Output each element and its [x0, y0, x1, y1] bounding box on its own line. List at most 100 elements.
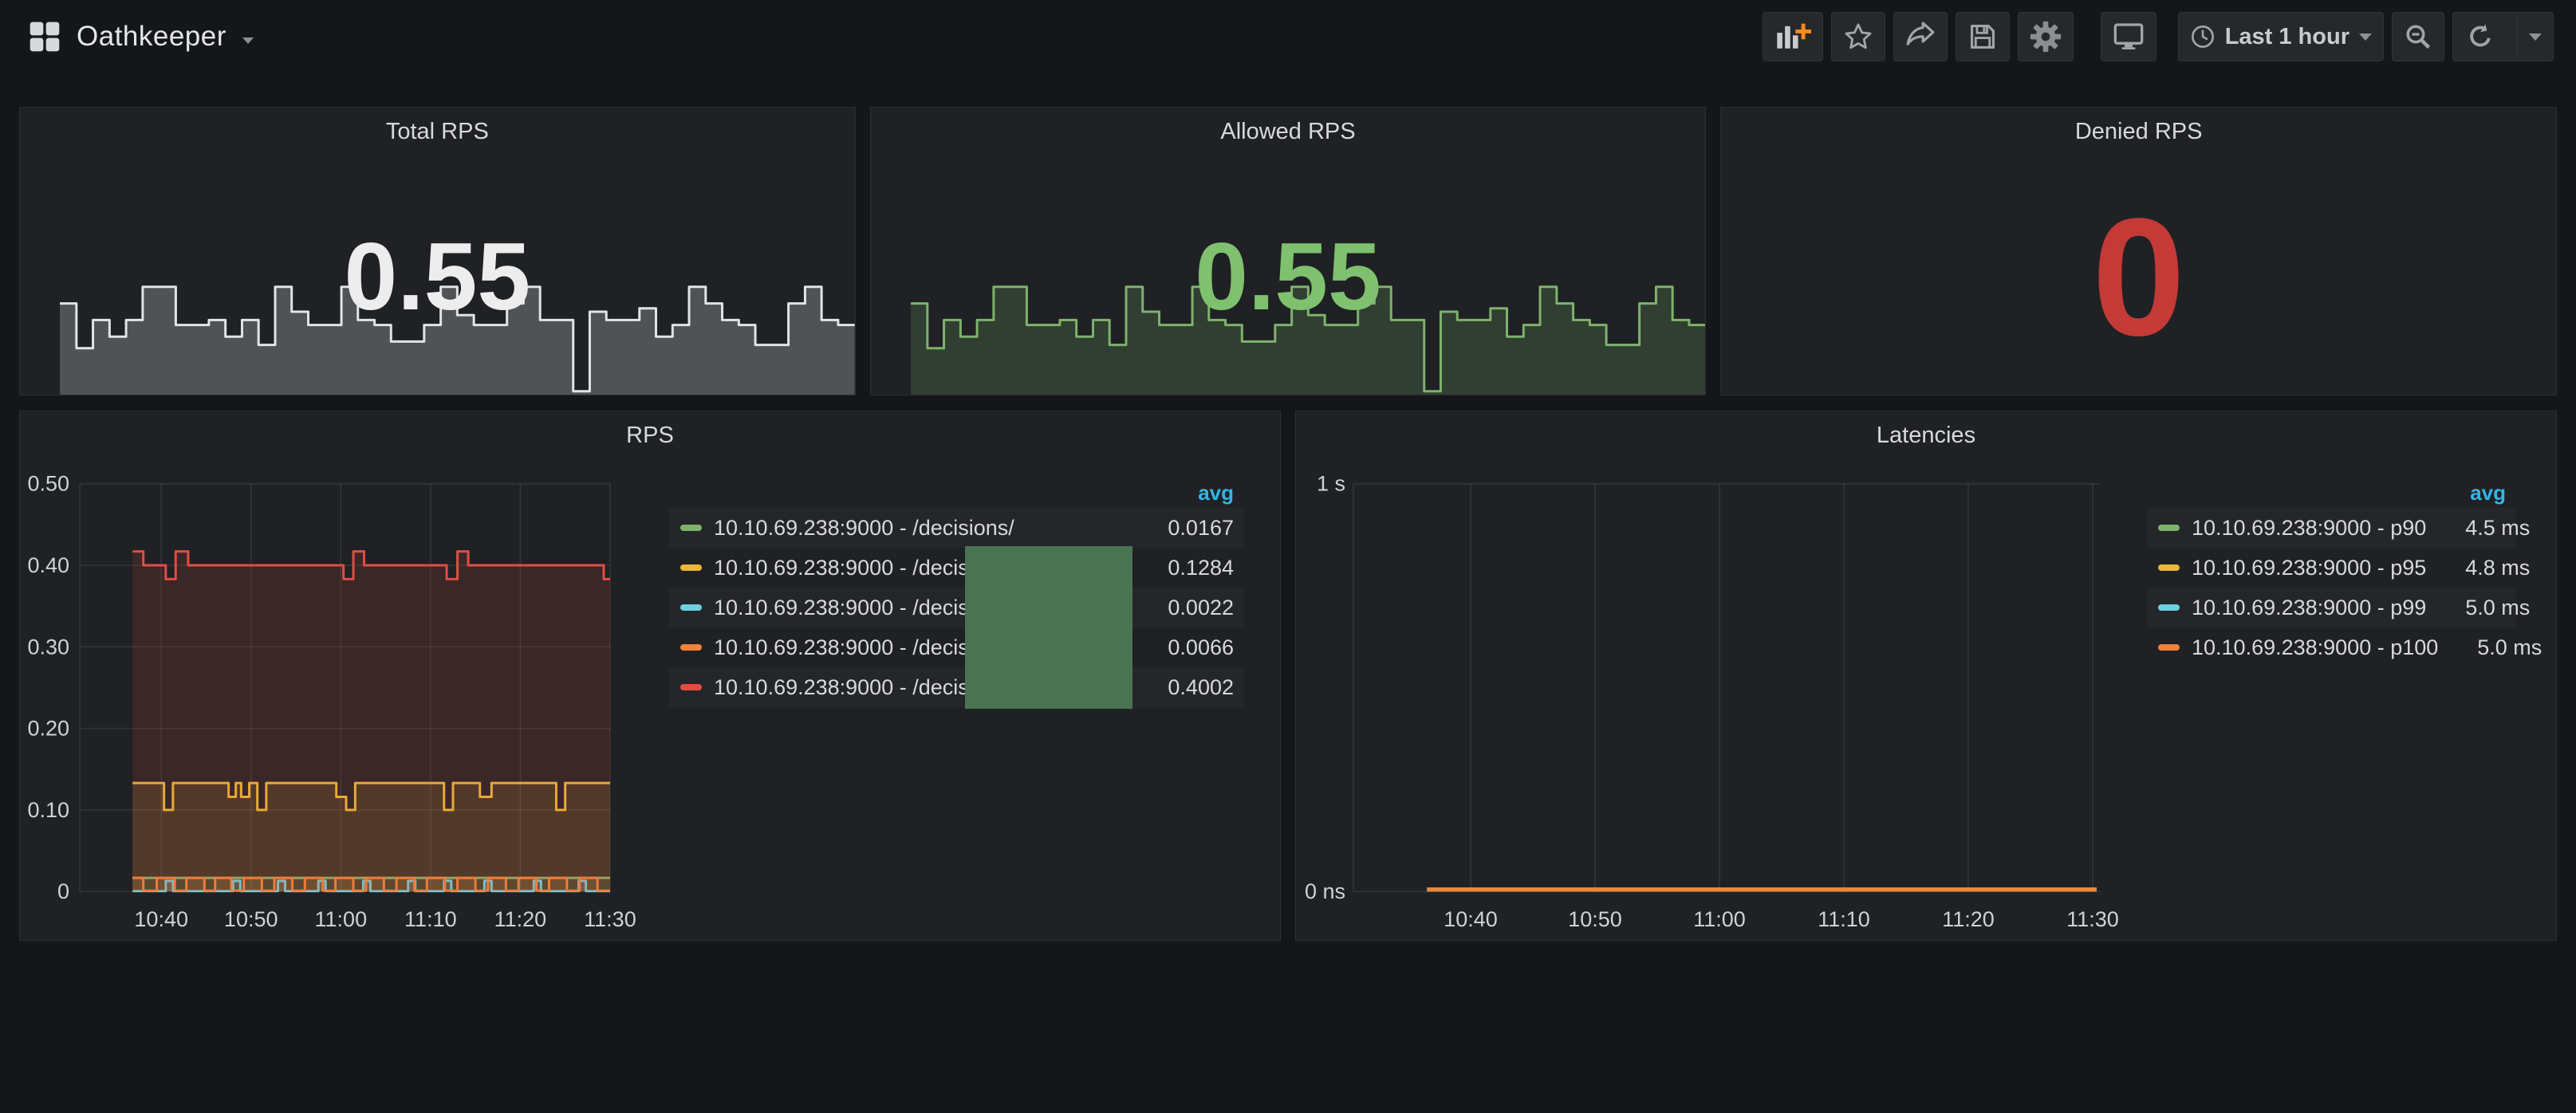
legend-row[interactable]: 10.10.69.238:9000 - p995.0 ms	[2147, 588, 2515, 627]
panel-allowed-rps: Allowed RPS 0.55	[870, 107, 1707, 395]
series-color-swatch	[680, 525, 702, 531]
svg-text:1 s: 1 s	[1317, 472, 1345, 496]
graph-panels-row: RPS 10:40 10:50 11:00 11:10 11:20 11:30 0 0.10 0…	[19, 411, 2557, 941]
legend-avg-value: 4.8 ms	[2426, 556, 2530, 580]
star-icon	[1843, 22, 1873, 52]
panel-title[interactable]: Denied RPS	[1721, 119, 2556, 145]
time-range-picker[interactable]: Last 1 hour	[2178, 12, 2384, 61]
legend-avg-value: 0.4002	[1130, 675, 1234, 700]
legend-avg-value: 0.1284	[1130, 556, 1234, 580]
panel-total-rps: Total RPS 0.55	[19, 107, 856, 395]
legend-row[interactable]: 10.10.69.238:9000 - p954.8 ms	[2147, 548, 2515, 588]
save-icon	[1967, 22, 1998, 52]
legend-series-name[interactable]: 10.10.69.238:9000 - p95	[2192, 556, 2426, 580]
monitor-icon	[2113, 21, 2145, 53]
legend-avg-value: 0.0066	[1130, 635, 1234, 660]
legend-avg-value: 4.5 ms	[2426, 516, 2530, 541]
stat-value: 0	[1721, 194, 2556, 361]
gear-icon	[2030, 21, 2062, 53]
toolbar: Last 1 hour	[1763, 12, 2554, 61]
clock-icon	[2190, 24, 2216, 49]
svg-text:0.10: 0.10	[27, 798, 69, 822]
legend-avg-header[interactable]: avg	[2147, 478, 2515, 508]
panel-title[interactable]: Total RPS	[20, 119, 855, 145]
chevron-down-icon	[2359, 33, 2372, 41]
dashboard-title-menu[interactable]: Oathkeeper	[29, 21, 254, 53]
panel-title[interactable]: Allowed RPS	[871, 119, 1706, 145]
latencies-legend: avg10.10.69.238:9000 - p904.5 ms10.10.69…	[2147, 478, 2515, 667]
zoom-out-icon	[2404, 22, 2432, 51]
legend-series-name[interactable]: 10.10.69.238:9000 - p90	[2192, 516, 2426, 541]
svg-text:11:30: 11:30	[2066, 907, 2119, 931]
svg-text:10:50: 10:50	[224, 907, 278, 931]
legend-row[interactable]: 10.10.69.238:9000 - /decisions/0.0022	[669, 588, 1243, 627]
refresh-button[interactable]	[2453, 13, 2507, 61]
series-color-swatch	[2158, 564, 2180, 571]
navbar: Oathkeeper	[0, 0, 2576, 73]
series-color-swatch	[680, 644, 702, 651]
panel-title[interactable]: Latencies	[1296, 423, 2556, 449]
legend-row[interactable]: 10.10.69.238:9000 - /decisions/0.4002	[669, 667, 1243, 707]
svg-text:11:00: 11:00	[1693, 907, 1746, 931]
svg-text:0 ns: 0 ns	[1305, 879, 1345, 903]
legend-row[interactable]: 10.10.69.238:9000 - /decisions/0.0167	[669, 508, 1243, 548]
settings-button[interactable]	[2018, 12, 2074, 61]
series-color-swatch	[680, 604, 702, 611]
add-panel-button[interactable]	[1763, 12, 1823, 61]
panel-latencies-graph: Latencies 10:40 10:50 11:00 11:10 11:20 11:30…	[1295, 411, 2557, 941]
stat-value: 0.55	[20, 229, 855, 324]
dashboard-title[interactable]: Oathkeeper	[77, 21, 226, 53]
svg-text:0.20: 0.20	[27, 717, 69, 741]
refresh-icon	[2466, 22, 2495, 51]
share-button[interactable]	[1893, 12, 1948, 61]
panel-denied-rps: Denied RPS 0	[1720, 107, 2557, 395]
svg-text:10:40: 10:40	[1444, 907, 1498, 931]
series-color-swatch	[2158, 644, 2180, 651]
time-range-label: Last 1 hour	[2225, 24, 2350, 50]
chevron-down-icon	[2529, 33, 2542, 41]
legend-row[interactable]: 10.10.69.238:9000 - /decisions/0.0066	[669, 627, 1243, 667]
svg-text:0.50: 0.50	[27, 472, 69, 496]
rps-legend: avg10.10.69.238:9000 - /decisions/0.0167…	[669, 478, 1243, 707]
refresh-button-group	[2452, 12, 2554, 61]
legend-avg-value: 5.0 ms	[2438, 635, 2542, 660]
legend-series-name[interactable]: 10.10.69.238:9000 - p99	[2192, 596, 2426, 620]
svg-text:11:30: 11:30	[584, 907, 636, 931]
stat-panels-row: Total RPS 0.55 Allowed RPS 0.55 Denied R…	[19, 107, 2557, 395]
legend-row[interactable]: 10.10.69.238:9000 - p1005.0 ms	[2147, 627, 2515, 667]
svg-text:0: 0	[57, 879, 69, 903]
save-button[interactable]	[1956, 12, 2010, 61]
legend-avg-header[interactable]: avg	[669, 478, 1243, 508]
legend-avg-value: 0.0022	[1130, 596, 1234, 620]
cycle-view-mode-button[interactable]	[2101, 12, 2157, 61]
svg-text:11:10: 11:10	[404, 907, 457, 931]
svg-text:11:10: 11:10	[1818, 907, 1870, 931]
stat-value: 0.55	[871, 229, 1706, 324]
add-panel-icon	[1774, 21, 1811, 53]
svg-text:10:40: 10:40	[134, 907, 188, 931]
series-color-swatch	[2158, 525, 2180, 531]
svg-text:11:00: 11:00	[314, 907, 367, 931]
legend-series-name[interactable]: 10.10.69.238:9000 - /decisions/	[714, 516, 1130, 541]
legend-row[interactable]: 10.10.69.238:9000 - /decisions/0.1284	[669, 548, 1243, 588]
svg-text:11:20: 11:20	[494, 907, 547, 931]
series-color-swatch	[680, 684, 702, 690]
svg-text:10:50: 10:50	[1568, 907, 1622, 931]
refresh-interval-dropdown[interactable]	[2517, 13, 2553, 61]
panel-rps-graph: RPS 10:40 10:50 11:00 11:10 11:20 11:30 0 0.10 0…	[19, 411, 1281, 941]
chevron-down-icon	[242, 37, 254, 44]
zoom-out-button[interactable]	[2392, 12, 2444, 61]
svg-text:11:20: 11:20	[1942, 907, 1995, 931]
svg-text:0.30: 0.30	[27, 635, 69, 659]
dashboard-grid-icon	[29, 21, 61, 53]
legend-row[interactable]: 10.10.69.238:9000 - p904.5 ms	[2147, 508, 2515, 548]
panel-title[interactable]: RPS	[20, 423, 1280, 449]
legend-avg-value: 5.0 ms	[2426, 596, 2530, 620]
dashboard-grid: Total RPS 0.55 Allowed RPS 0.55 Denied R…	[0, 107, 2576, 941]
legend-series-name[interactable]: 10.10.69.238:9000 - p100	[2192, 635, 2438, 660]
series-color-swatch	[680, 564, 702, 571]
green-overlay-artifact	[965, 546, 1132, 709]
star-button[interactable]	[1831, 12, 1885, 61]
legend-avg-value: 0.0167	[1130, 516, 1234, 541]
share-icon	[1905, 22, 1936, 52]
